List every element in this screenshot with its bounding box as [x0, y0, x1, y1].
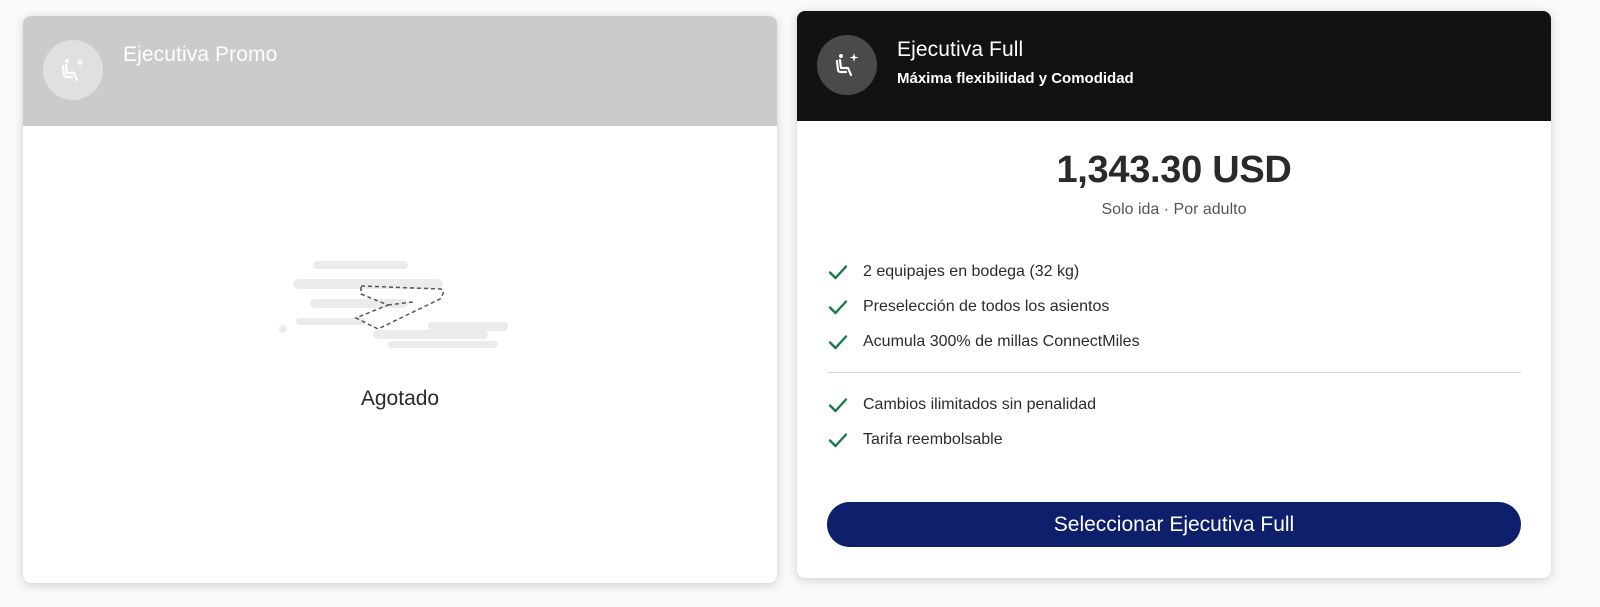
seat-icon — [817, 35, 877, 95]
benefit-label: Preselección de todos los asientos — [863, 297, 1110, 315]
benefit-label: Acumula 300% de millas ConnectMiles — [863, 332, 1140, 350]
check-icon — [828, 264, 848, 279]
check-icon — [828, 397, 848, 412]
benefit-item: Tarifa reembolsable — [827, 422, 1521, 457]
benefits-divider — [827, 372, 1521, 373]
fare-card-ejecutiva-promo: Ejecutiva Promo Agotado — [23, 16, 777, 583]
benefit-item: 2 equipajes en bodega (32 kg) — [827, 254, 1521, 289]
fare-subtitle: Máxima flexibilidad y Comodidad — [897, 70, 1134, 87]
sold-out-plane-illustration — [279, 261, 508, 348]
fare-price-note: Solo ida · Por adulto — [1101, 201, 1247, 218]
benefit-label: Cambios ilimitados sin penalidad — [863, 395, 1097, 413]
benefit-item: Preselección de todos los asientos — [827, 289, 1521, 324]
benefit-label: 2 equipajes en bodega (32 kg) — [863, 262, 1080, 280]
fare-card-header: Ejecutiva Full Máxima flexibilidad y Com… — [797, 11, 1551, 121]
seat-icon — [43, 40, 103, 100]
benefits-list-flexibility: Cambios ilimitados sin penalidad Tarifa … — [827, 387, 1521, 457]
sold-out-label: Agotado — [360, 387, 440, 410]
fare-title: Ejecutiva Full — [897, 38, 1024, 61]
fare-title: Ejecutiva Promo — [123, 43, 278, 66]
fare-price: 1,343.30 USD — [1056, 149, 1292, 191]
fare-card-header: Ejecutiva Promo — [23, 16, 777, 126]
benefit-item: Acumula 300% de millas ConnectMiles — [827, 324, 1521, 359]
check-icon — [828, 334, 848, 349]
fare-card-ejecutiva-full[interactable]: Ejecutiva Full Máxima flexibilidad y Com… — [797, 11, 1551, 578]
check-icon — [828, 299, 848, 314]
benefit-label: Tarifa reembolsable — [863, 430, 1003, 448]
benefits-list-primary: 2 equipajes en bodega (32 kg) Preselecci… — [827, 254, 1521, 359]
fare-cards: Ejecutiva Promo Agotado Ejecutiva Full M… — [0, 0, 1600, 607]
check-icon — [828, 432, 848, 447]
benefit-item: Cambios ilimitados sin penalidad — [827, 387, 1521, 422]
select-fare-button[interactable]: Seleccionar Ejecutiva Full — [827, 502, 1521, 547]
